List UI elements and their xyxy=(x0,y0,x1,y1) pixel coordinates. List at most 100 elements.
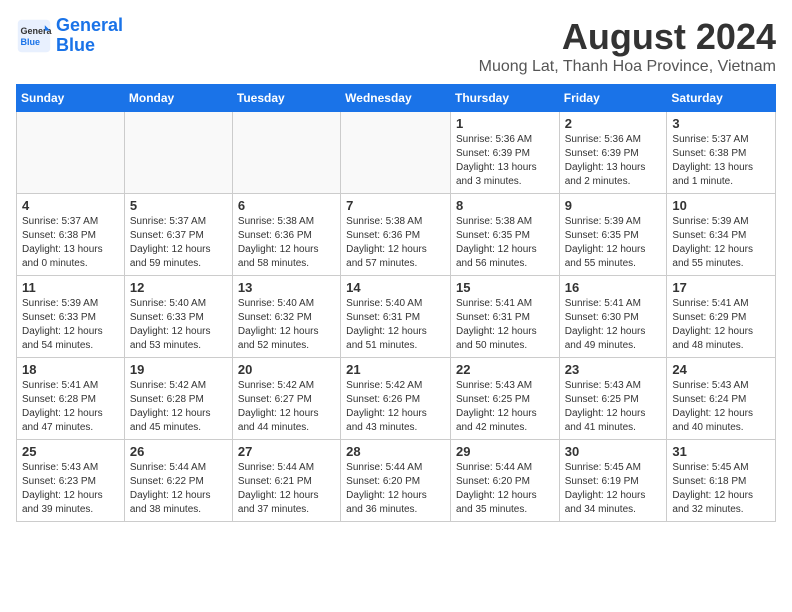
day-number: 14 xyxy=(346,280,445,295)
week-row: 4 Sunrise: 5:37 AM Sunset: 6:38 PM Daylig… xyxy=(17,194,776,276)
calendar-cell: 8 Sunrise: 5:38 AM Sunset: 6:35 PM Daylig… xyxy=(450,194,559,276)
calendar-cell: 14 Sunrise: 5:40 AM Sunset: 6:31 PM Dayli… xyxy=(341,276,451,358)
day-number: 22 xyxy=(456,362,554,377)
calendar-cell: 24Sunrise: 5:43 AM Sunset: 6:24 PM Dayli… xyxy=(667,358,776,440)
calendar-cell: 3 Sunrise: 5:37 AM Sunset: 6:38 PM Daylig… xyxy=(667,112,776,194)
day-number: 15 xyxy=(456,280,554,295)
day-number: 10 xyxy=(672,198,770,213)
day-number: 11 xyxy=(22,280,119,295)
day-number: 8 xyxy=(456,198,554,213)
day-info: Sunrise: 5:41 AM Sunset: 6:31 PM Dayligh… xyxy=(456,297,554,353)
day-info: Sunrise: 5:44 AM Sunset: 6:22 PM Dayligh… xyxy=(130,461,227,517)
calendar-cell: 22Sunrise: 5:43 AM Sunset: 6:25 PM Dayli… xyxy=(450,358,559,440)
day-number: 18 xyxy=(22,362,119,377)
day-info: Sunrise: 5:38 AM Sunset: 6:35 PM Dayligh… xyxy=(456,215,554,271)
day-number: 6 xyxy=(238,198,335,213)
day-number: 30 xyxy=(565,444,662,459)
day-info: Sunrise: 5:39 AM Sunset: 6:35 PM Dayligh… xyxy=(565,215,662,271)
calendar-cell: 21Sunrise: 5:42 AM Sunset: 6:26 PM Dayli… xyxy=(341,358,451,440)
day-number: 1 xyxy=(456,116,554,131)
day-info: Sunrise: 5:44 AM Sunset: 6:21 PM Dayligh… xyxy=(238,461,335,517)
day-info: Sunrise: 5:39 AM Sunset: 6:34 PM Dayligh… xyxy=(672,215,770,271)
logo-line1: General xyxy=(56,15,123,35)
calendar-cell: 31 Sunrise: 5:45 AM Sunset: 6:18 PM Dayli… xyxy=(667,440,776,522)
week-row: 25Sunrise: 5:43 AM Sunset: 6:23 PM Dayli… xyxy=(17,440,776,522)
day-number: 19 xyxy=(130,362,227,377)
day-info: Sunrise: 5:42 AM Sunset: 6:28 PM Dayligh… xyxy=(130,379,227,435)
weekday-header-row: SundayMondayTuesdayWednesdayThursdayFrid… xyxy=(17,85,776,112)
calendar-cell: 19 Sunrise: 5:42 AM Sunset: 6:28 PM Dayli… xyxy=(124,358,232,440)
day-info: Sunrise: 5:38 AM Sunset: 6:36 PM Dayligh… xyxy=(238,215,335,271)
calendar-cell: 25Sunrise: 5:43 AM Sunset: 6:23 PM Dayli… xyxy=(17,440,125,522)
day-number: 27 xyxy=(238,444,335,459)
day-info: Sunrise: 5:38 AM Sunset: 6:36 PM Dayligh… xyxy=(346,215,445,271)
logo: General Blue General Blue xyxy=(16,16,123,56)
day-info: Sunrise: 5:43 AM Sunset: 6:24 PM Dayligh… xyxy=(672,379,770,435)
calendar-cell: 17Sunrise: 5:41 AM Sunset: 6:29 PM Dayli… xyxy=(667,276,776,358)
day-info: Sunrise: 5:40 AM Sunset: 6:32 PM Dayligh… xyxy=(238,297,335,353)
calendar-cell: 9 Sunrise: 5:39 AM Sunset: 6:35 PM Daylig… xyxy=(559,194,667,276)
day-info: Sunrise: 5:45 AM Sunset: 6:19 PM Dayligh… xyxy=(565,461,662,517)
calendar-cell xyxy=(232,112,340,194)
weekday-header: Saturday xyxy=(667,85,776,112)
day-info: Sunrise: 5:36 AM Sunset: 6:39 PM Dayligh… xyxy=(565,133,662,189)
day-info: Sunrise: 5:43 AM Sunset: 6:23 PM Dayligh… xyxy=(22,461,119,517)
day-info: Sunrise: 5:44 AM Sunset: 6:20 PM Dayligh… xyxy=(346,461,445,517)
day-number: 20 xyxy=(238,362,335,377)
calendar-cell: 18Sunrise: 5:41 AM Sunset: 6:28 PM Dayli… xyxy=(17,358,125,440)
calendar-cell: 16 Sunrise: 5:41 AM Sunset: 6:30 PM Dayli… xyxy=(559,276,667,358)
calendar-cell: 30 Sunrise: 5:45 AM Sunset: 6:19 PM Dayli… xyxy=(559,440,667,522)
logo-icon: General Blue xyxy=(16,18,52,54)
day-number: 26 xyxy=(130,444,227,459)
calendar-cell: 12Sunrise: 5:40 AM Sunset: 6:33 PM Dayli… xyxy=(124,276,232,358)
day-number: 7 xyxy=(346,198,445,213)
calendar-cell: 29 Sunrise: 5:44 AM Sunset: 6:20 PM Dayli… xyxy=(450,440,559,522)
calendar-title: August 2024 xyxy=(479,16,776,58)
day-number: 23 xyxy=(565,362,662,377)
weekday-header: Sunday xyxy=(17,85,125,112)
day-info: Sunrise: 5:44 AM Sunset: 6:20 PM Dayligh… xyxy=(456,461,554,517)
logo-line2: Blue xyxy=(56,35,95,55)
day-number: 21 xyxy=(346,362,445,377)
day-number: 9 xyxy=(565,198,662,213)
day-number: 12 xyxy=(130,280,227,295)
calendar-cell: 1 Sunrise: 5:36 AM Sunset: 6:39 PM Daylig… xyxy=(450,112,559,194)
day-info: Sunrise: 5:40 AM Sunset: 6:31 PM Dayligh… xyxy=(346,297,445,353)
week-row: 11 Sunrise: 5:39 AM Sunset: 6:33 PM Dayli… xyxy=(17,276,776,358)
day-info: Sunrise: 5:42 AM Sunset: 6:27 PM Dayligh… xyxy=(238,379,335,435)
day-info: Sunrise: 5:37 AM Sunset: 6:38 PM Dayligh… xyxy=(22,215,119,271)
week-row: 1 Sunrise: 5:36 AM Sunset: 6:39 PM Daylig… xyxy=(17,112,776,194)
calendar-cell xyxy=(341,112,451,194)
day-number: 29 xyxy=(456,444,554,459)
day-info: Sunrise: 5:45 AM Sunset: 6:18 PM Dayligh… xyxy=(672,461,770,517)
day-number: 3 xyxy=(672,116,770,131)
day-info: Sunrise: 5:41 AM Sunset: 6:29 PM Dayligh… xyxy=(672,297,770,353)
day-info: Sunrise: 5:41 AM Sunset: 6:30 PM Dayligh… xyxy=(565,297,662,353)
calendar-cell: 5Sunrise: 5:37 AM Sunset: 6:37 PM Daylig… xyxy=(124,194,232,276)
calendar-table: SundayMondayTuesdayWednesdayThursdayFrid… xyxy=(16,84,776,522)
calendar-cell: 26 Sunrise: 5:44 AM Sunset: 6:22 PM Dayli… xyxy=(124,440,232,522)
calendar-cell: 10 Sunrise: 5:39 AM Sunset: 6:34 PM Dayli… xyxy=(667,194,776,276)
day-info: Sunrise: 5:37 AM Sunset: 6:38 PM Dayligh… xyxy=(672,133,770,189)
calendar-cell xyxy=(17,112,125,194)
calendar-cell: 27 Sunrise: 5:44 AM Sunset: 6:21 PM Dayli… xyxy=(232,440,340,522)
day-number: 31 xyxy=(672,444,770,459)
day-number: 2 xyxy=(565,116,662,131)
calendar-cell xyxy=(124,112,232,194)
day-number: 4 xyxy=(22,198,119,213)
day-info: Sunrise: 5:39 AM Sunset: 6:33 PM Dayligh… xyxy=(22,297,119,353)
title-section: August 2024 Muong Lat, Thanh Hoa Provinc… xyxy=(479,16,776,76)
day-info: Sunrise: 5:37 AM Sunset: 6:37 PM Dayligh… xyxy=(130,215,227,271)
calendar-cell: 6 Sunrise: 5:38 AM Sunset: 6:36 PM Daylig… xyxy=(232,194,340,276)
svg-text:Blue: Blue xyxy=(21,37,41,47)
calendar-cell: 20 Sunrise: 5:42 AM Sunset: 6:27 PM Dayli… xyxy=(232,358,340,440)
weekday-header: Monday xyxy=(124,85,232,112)
calendar-cell: 7 Sunrise: 5:38 AM Sunset: 6:36 PM Daylig… xyxy=(341,194,451,276)
calendar-cell: 23Sunrise: 5:43 AM Sunset: 6:25 PM Dayli… xyxy=(559,358,667,440)
header: General Blue General Blue August 2024 Mu… xyxy=(16,16,776,76)
day-number: 16 xyxy=(565,280,662,295)
weekday-header: Tuesday xyxy=(232,85,340,112)
weekday-header: Thursday xyxy=(450,85,559,112)
calendar-cell: 11 Sunrise: 5:39 AM Sunset: 6:33 PM Dayli… xyxy=(17,276,125,358)
day-info: Sunrise: 5:36 AM Sunset: 6:39 PM Dayligh… xyxy=(456,133,554,189)
